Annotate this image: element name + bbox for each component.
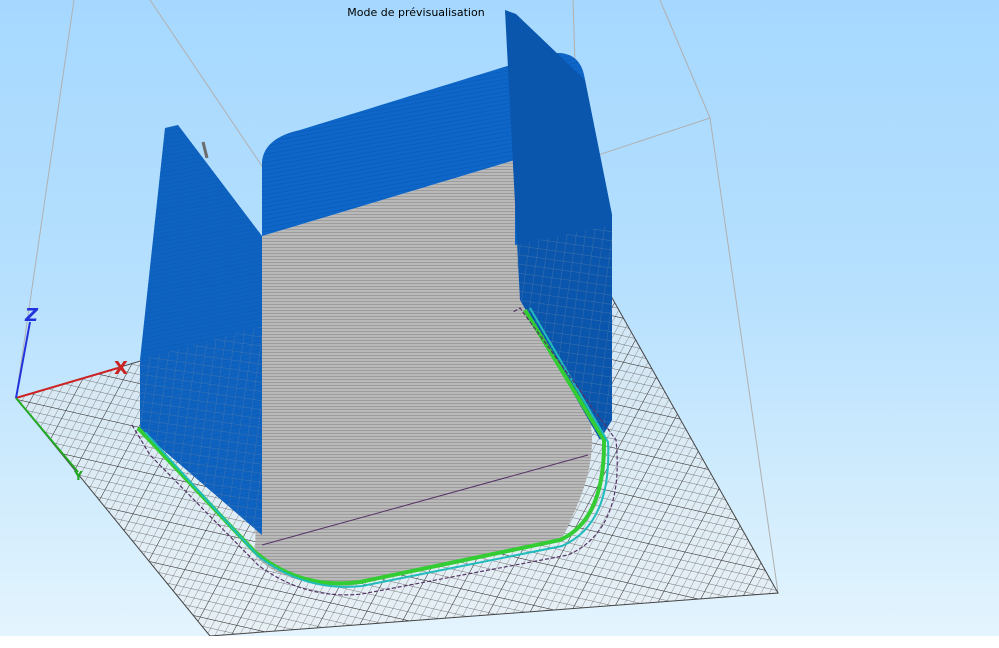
x-axis-label: X (114, 358, 128, 379)
z-axis-label: Z (24, 305, 39, 326)
y-axis-label: Y (73, 469, 83, 483)
bottom-strip (0, 636, 999, 648)
preview-viewport[interactable]: X Y Z Mode de prévisualisation (0, 0, 999, 636)
preview-mode-title: Mode de prévisualisation (347, 6, 485, 19)
3d-scene[interactable]: X Y Z (0, 0, 999, 636)
